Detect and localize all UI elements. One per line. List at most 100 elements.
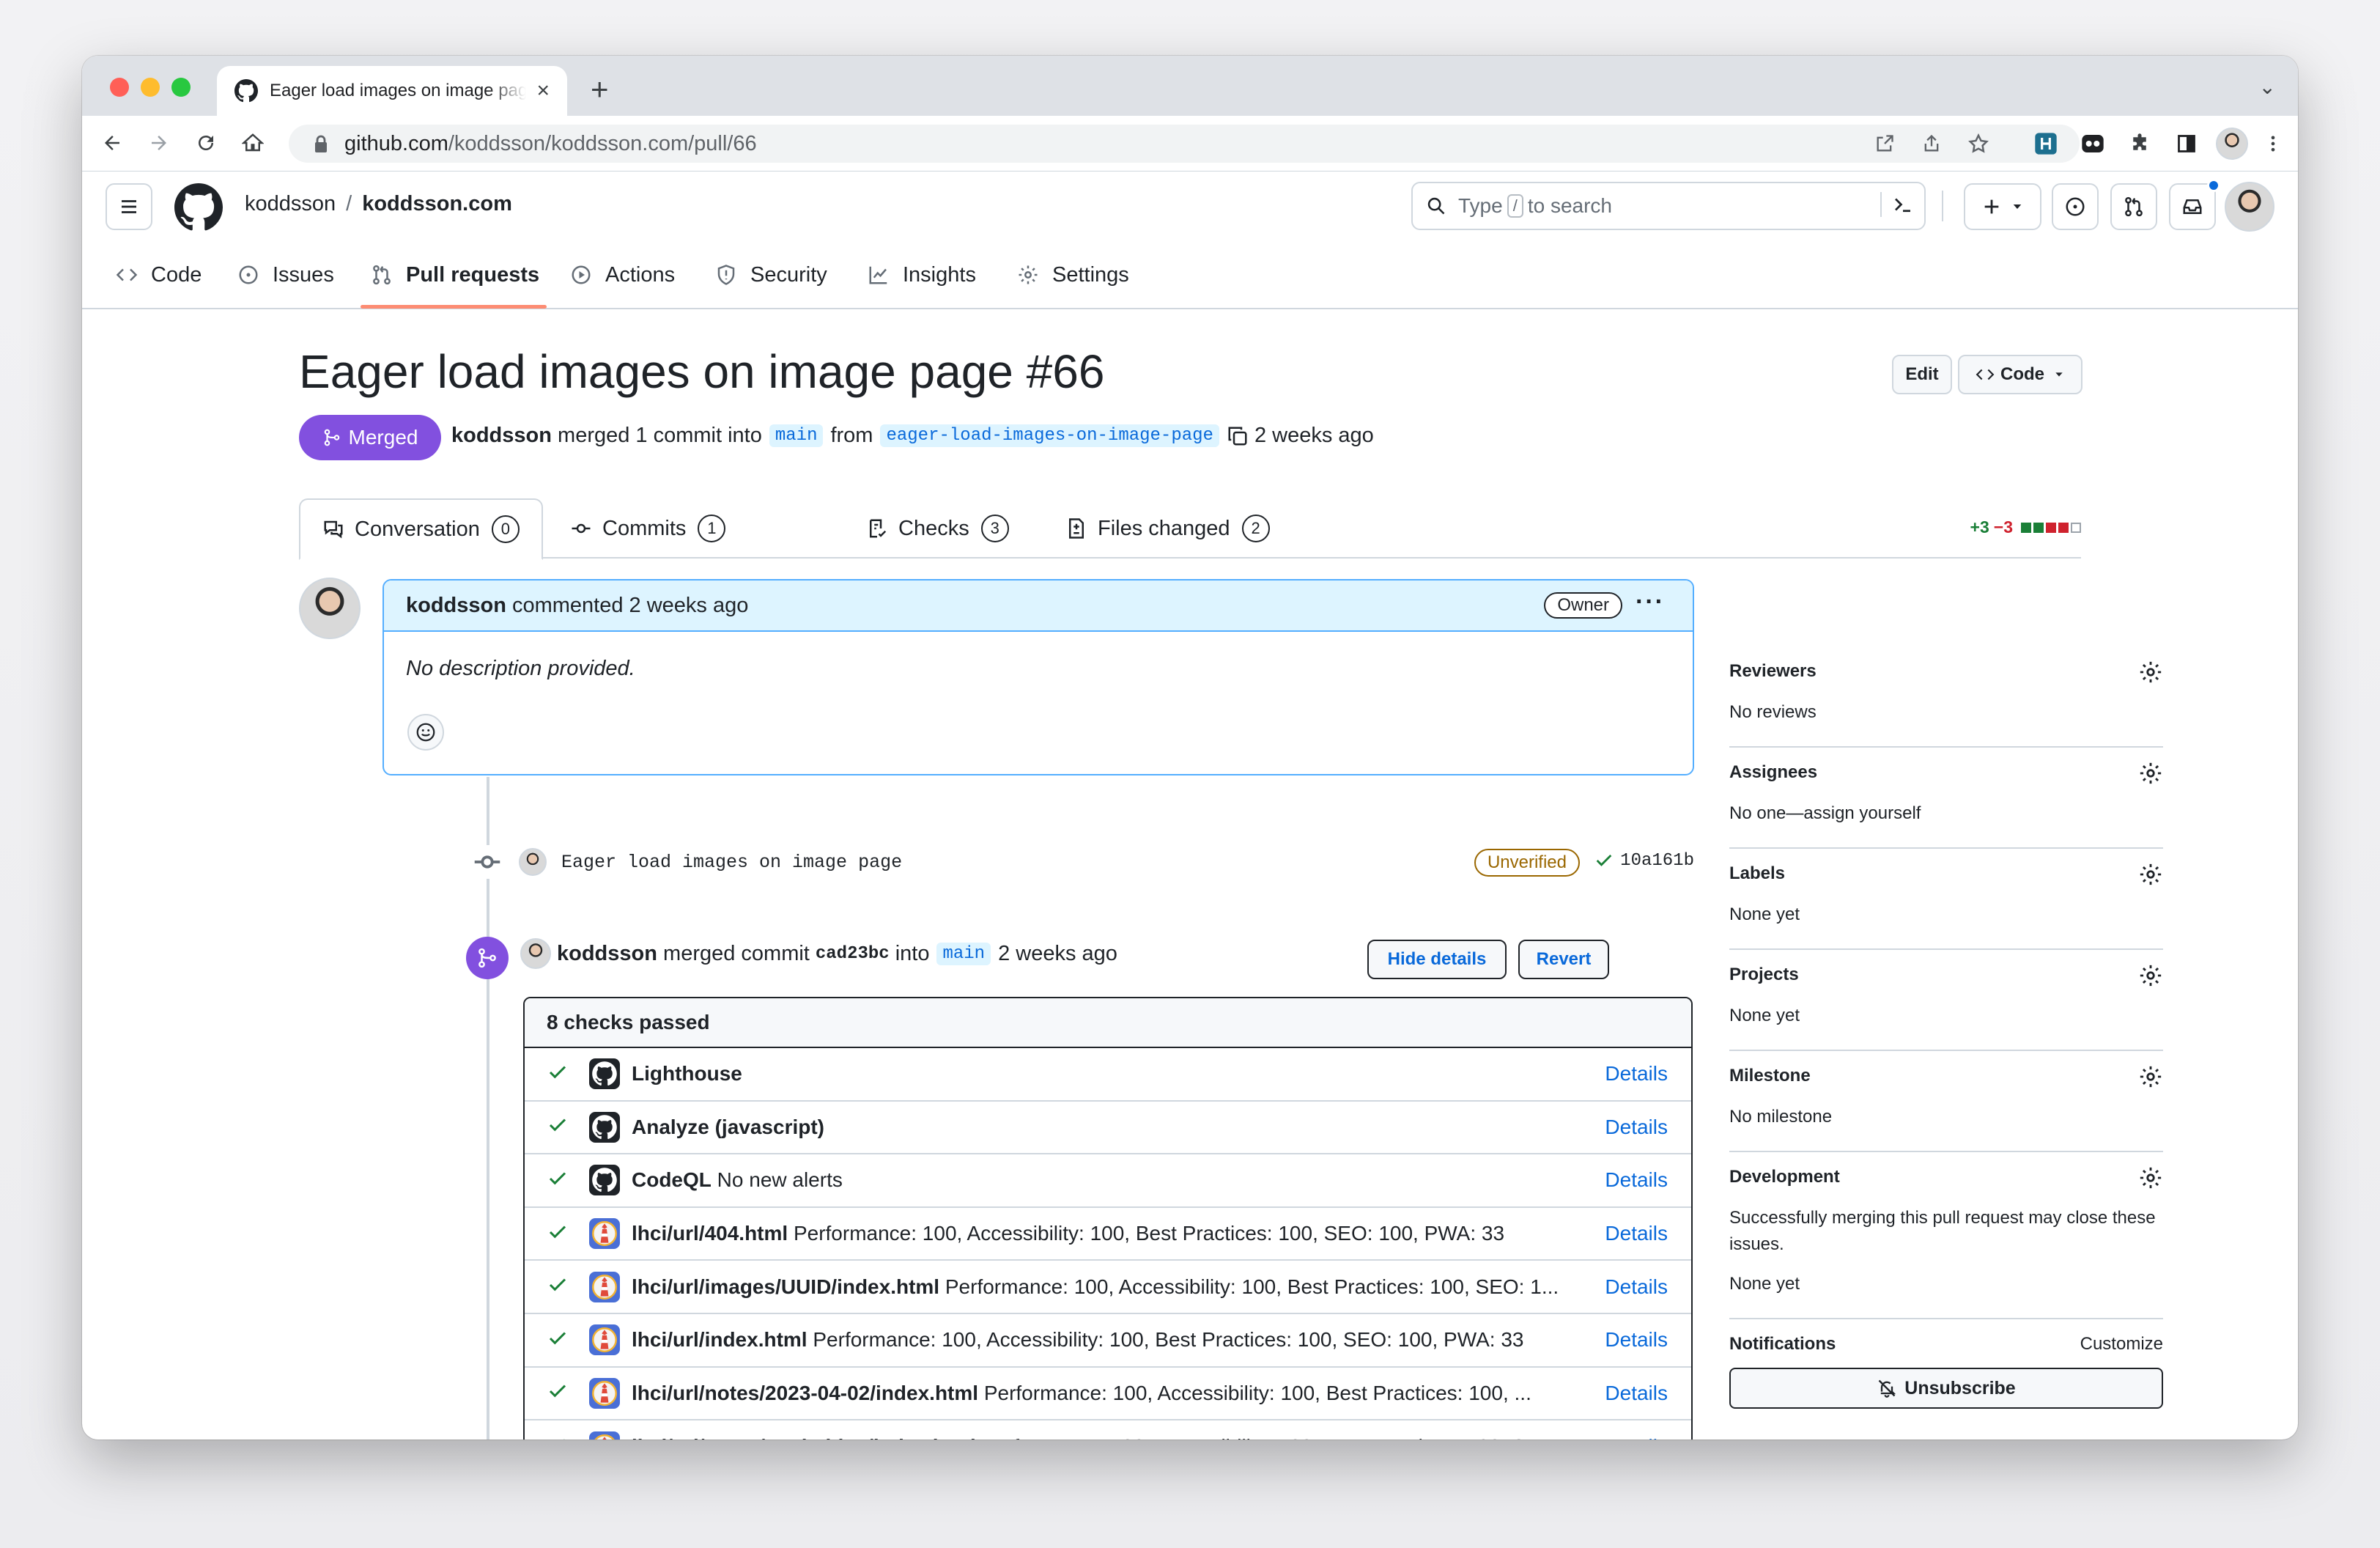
side-panel-icon[interactable]: [2172, 129, 2201, 158]
head-branch[interactable]: eager-load-images-on-image-page: [880, 424, 1219, 447]
gear-icon[interactable]: [2138, 862, 2163, 887]
merged-status-label: Merged: [348, 426, 418, 449]
repo-owner-link[interactable]: koddsson: [245, 192, 336, 215]
code-dropdown-button[interactable]: Code: [1958, 355, 2082, 394]
user-avatar[interactable]: [2225, 182, 2274, 232]
git-commit-icon: [470, 845, 504, 879]
sidebar-milestone: Milestone No milestone: [1729, 1051, 2163, 1152]
pr-from-text: from: [830, 424, 873, 447]
check-description: Performance: 100, Accessibility: 100, Be…: [982, 1435, 1556, 1440]
close-tab-icon[interactable]: ×: [536, 78, 550, 103]
check-text: lhci/url/images/UUID/index.html Performa…: [632, 1275, 1577, 1299]
check-description: Performance: 100, Accessibility: 100, Be…: [983, 1381, 1531, 1404]
pull-request-icon: [373, 265, 391, 285]
merge-author-avatar[interactable]: [520, 938, 551, 969]
repo-name-link[interactable]: koddsson.com: [362, 192, 512, 215]
reload-icon[interactable]: [189, 126, 223, 160]
hamburger-menu-icon[interactable]: [106, 183, 152, 230]
tab-checks[interactable]: Checks 3: [866, 498, 1009, 559]
base-branch[interactable]: main: [769, 424, 824, 447]
tab-commits[interactable]: Commits 1: [570, 498, 726, 559]
sidebar-assignees-value[interactable]: No one—assign yourself: [1729, 800, 2163, 827]
check-details-link[interactable]: Details: [1605, 1435, 1668, 1440]
add-reaction-icon[interactable]: [407, 714, 444, 751]
commit-author-avatar[interactable]: [519, 848, 547, 876]
back-icon[interactable]: [95, 126, 129, 160]
unsubscribe-button[interactable]: Unsubscribe: [1729, 1368, 2163, 1409]
nav-security[interactable]: Security: [715, 258, 827, 292]
check-text: lhci/url/404.html Performance: 100, Acce…: [632, 1222, 1577, 1245]
nav-settings[interactable]: Settings: [1017, 258, 1129, 292]
extension-mask-icon[interactable]: [2078, 129, 2107, 158]
open-in-app-icon[interactable]: [1870, 129, 1899, 158]
merge-author-link[interactable]: koddsson: [557, 942, 657, 966]
check-details-link[interactable]: Details: [1605, 1222, 1668, 1245]
bookmark-star-icon[interactable]: [1964, 129, 1993, 158]
pr-author-link[interactable]: koddsson: [451, 424, 552, 448]
nav-pull-requests[interactable]: Pull requests: [371, 258, 539, 292]
gear-icon[interactable]: [2138, 660, 2163, 685]
new-tab-button[interactable]: +: [591, 72, 609, 107]
check-description: Performance: 100, Accessibility: 100, Be…: [813, 1328, 1524, 1352]
copy-icon[interactable]: [1227, 425, 1249, 447]
check-details-link[interactable]: Details: [1605, 1062, 1668, 1086]
nav-actions[interactable]: Actions: [570, 258, 675, 292]
issues-icon[interactable]: [2052, 183, 2099, 230]
inbox-icon[interactable]: [2169, 179, 2220, 230]
comment-author-avatar[interactable]: [299, 578, 361, 639]
merge-commit-sha[interactable]: cad23bc: [816, 944, 890, 964]
tab-files-changed[interactable]: Files changed 2: [1065, 498, 1270, 559]
nav-code-label: Code: [151, 262, 202, 287]
code-icon: [116, 268, 138, 281]
tab-checks-label: Checks: [898, 516, 969, 540]
gear-icon[interactable]: [2138, 963, 2163, 988]
commit-sha-link[interactable]: 10a161b: [1620, 851, 1694, 871]
revert-button[interactable]: Revert: [1518, 940, 1609, 979]
check-details-link[interactable]: Details: [1605, 1275, 1668, 1299]
minimize-window-button[interactable]: [141, 78, 160, 97]
home-icon[interactable]: [236, 126, 270, 160]
github-favicon-icon: [234, 79, 258, 103]
pr-meta: koddsson merged 1 commit into main from …: [451, 424, 1374, 448]
gear-icon[interactable]: [2138, 761, 2163, 786]
zoom-window-button[interactable]: [171, 78, 191, 97]
nav-insights[interactable]: Insights: [868, 258, 976, 292]
check-details-link[interactable]: Details: [1605, 1328, 1668, 1352]
sidebar-development-title: Development: [1729, 1167, 1840, 1187]
tab-conversation[interactable]: Conversation 0: [299, 498, 543, 560]
merge-base-branch[interactable]: main: [936, 942, 991, 965]
check-name: lhci/url/notes/cool-video/index.html: [632, 1435, 976, 1440]
commit-message-link[interactable]: Eager load images on image page: [561, 852, 902, 873]
command-palette-icon[interactable]: [1880, 192, 1914, 217]
nav-code[interactable]: Code: [116, 258, 202, 292]
gear-icon[interactable]: [2138, 1064, 2163, 1089]
browser-menu-icon[interactable]: [2258, 129, 2288, 158]
tab-search-chevron-icon[interactable]: ⌄: [2259, 75, 2276, 99]
comment-options-icon[interactable]: ···: [1636, 588, 1665, 616]
customize-notifications-link[interactable]: Customize: [2080, 1334, 2163, 1354]
extension-h-icon[interactable]: [2031, 129, 2061, 158]
check-details-link[interactable]: Details: [1605, 1382, 1668, 1405]
create-new-button[interactable]: [1964, 183, 2041, 230]
close-window-button[interactable]: [110, 78, 129, 97]
tab-commits-label: Commits: [602, 516, 687, 540]
edit-title-button[interactable]: Edit: [1892, 355, 1952, 394]
unverified-badge[interactable]: Unverified: [1474, 849, 1580, 877]
address-bar[interactable]: github.com/koddsson/koddsson.com/pull/66: [289, 125, 2080, 163]
search-input[interactable]: Type / to search: [1411, 182, 1926, 230]
check-details-link[interactable]: Details: [1605, 1168, 1668, 1192]
extensions-puzzle-icon[interactable]: [2125, 129, 2154, 158]
forward-icon[interactable]: [142, 126, 176, 160]
pull-requests-icon[interactable]: [2110, 183, 2157, 230]
browser-tab[interactable]: Eager load images on image page ×: [217, 66, 567, 116]
triangle-down-icon: [2013, 204, 2022, 209]
nav-issues[interactable]: Issues: [237, 258, 334, 292]
check-name: lhci/url/404.html: [632, 1222, 788, 1245]
share-icon[interactable]: [1917, 129, 1946, 158]
gear-icon[interactable]: [2138, 1165, 2163, 1190]
check-details-link[interactable]: Details: [1605, 1116, 1668, 1139]
hide-details-button[interactable]: Hide details: [1367, 940, 1507, 979]
comment-author-link[interactable]: koddsson: [406, 594, 506, 618]
github-logo-icon[interactable]: [174, 183, 223, 232]
profile-avatar[interactable]: [2216, 128, 2248, 160]
